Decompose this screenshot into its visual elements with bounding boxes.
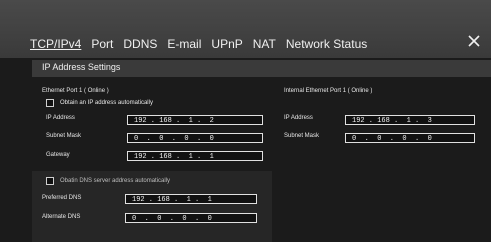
gateway-field[interactable]: 192 . 168 . 1 . 1 bbox=[127, 151, 263, 161]
internal-subnet-mask-label: Subnet Mask bbox=[284, 133, 320, 139]
tab-ddns[interactable]: DDNS bbox=[123, 37, 157, 51]
internal-subnet-mask-field[interactable]: 0 . 0 . 0 . 0 bbox=[345, 133, 475, 143]
title-bar: TCP/IPv4 Port DDNS E-mail UPnP NAT Netwo… bbox=[0, 0, 491, 58]
close-icon bbox=[468, 35, 480, 47]
tab-upnp[interactable]: UPnP bbox=[211, 37, 242, 51]
section-title: IP Address Settings bbox=[42, 62, 121, 72]
ethernet-port-title: Ethernet Port 1 ( Online ) bbox=[42, 88, 109, 94]
subnet-mask-label: Subnet Mask bbox=[46, 133, 82, 139]
preferred-dns-label: Preferred DNS bbox=[42, 195, 82, 201]
tab-nat[interactable]: NAT bbox=[253, 37, 276, 51]
alternate-dns-field[interactable]: 0 . 0 . 0 . 0 bbox=[125, 213, 257, 223]
auto-dns-checkbox[interactable] bbox=[46, 177, 54, 185]
tab-port[interactable]: Port bbox=[91, 37, 113, 51]
ip-address-field[interactable]: 192 . 168 . 1 . 2 bbox=[127, 115, 263, 125]
auto-dns-label: Obatin DNS server address automatically bbox=[60, 178, 171, 184]
tab-bar: TCP/IPv4 Port DDNS E-mail UPnP NAT Netwo… bbox=[30, 37, 377, 51]
tab-network-status[interactable]: Network Status bbox=[286, 37, 367, 51]
preferred-dns-field[interactable]: 192 . 168 . 1 . 1 bbox=[125, 194, 257, 204]
subnet-mask-field[interactable]: 0 . 0 . 0 . 0 bbox=[127, 133, 263, 143]
internal-ip-address-field[interactable]: 192 . 168 . 1 . 3 bbox=[345, 115, 475, 125]
internal-port-title: Internal Ethernet Port 1 ( Online ) bbox=[284, 88, 373, 94]
tab-email[interactable]: E-mail bbox=[167, 37, 201, 51]
auto-ip-label: Obtain an IP address automatically bbox=[60, 100, 153, 106]
close-button[interactable] bbox=[467, 34, 481, 48]
internal-ip-address-label: IP Address bbox=[284, 115, 313, 121]
alternate-dns-label: Alternate DNS bbox=[42, 214, 81, 220]
tab-tcp-ipv4[interactable]: TCP/IPv4 bbox=[30, 37, 81, 51]
gateway-label: Gateway bbox=[46, 152, 70, 158]
ip-address-label: IP Address bbox=[46, 115, 75, 121]
auto-ip-checkbox[interactable] bbox=[46, 99, 54, 107]
